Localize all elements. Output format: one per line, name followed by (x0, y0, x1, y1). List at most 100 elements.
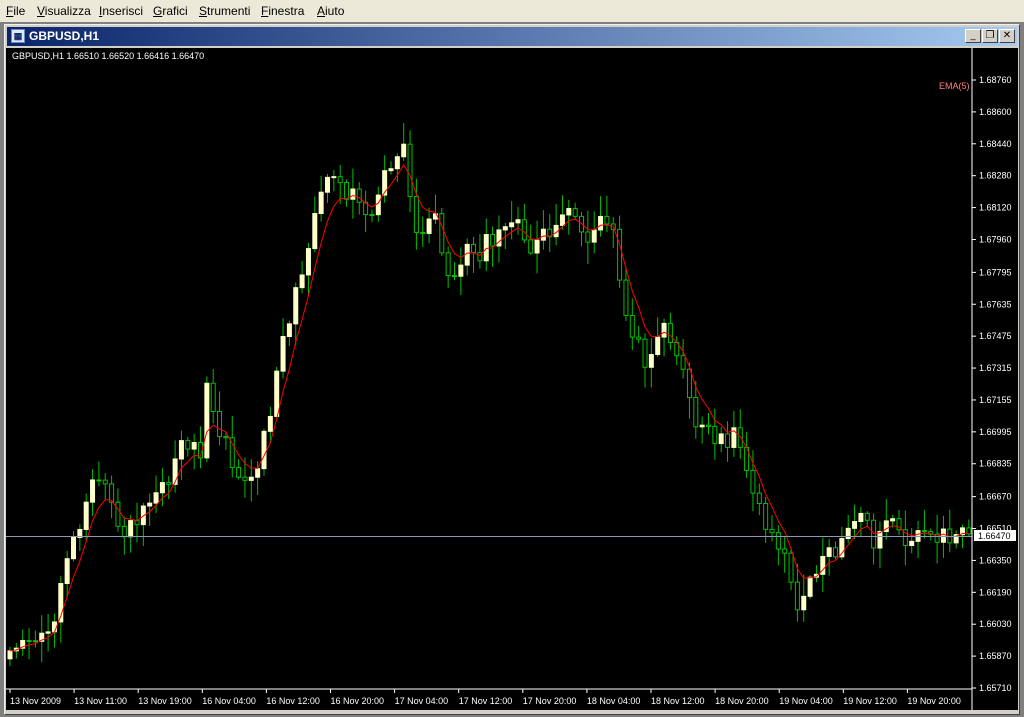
bear-candle (921, 530, 927, 533)
bull-candle (128, 520, 134, 538)
bull-candle (655, 336, 661, 356)
bull-candle (331, 176, 337, 179)
bear-candle (32, 640, 38, 643)
bear-candle (223, 436, 229, 439)
chart-canvas[interactable]: GBPUSD,H1 1.66510 1.66520 1.66416 1.6647… (6, 48, 1018, 710)
bear-candle (636, 336, 642, 340)
x-axis-tick-label: 18 Nov 04:00 (587, 696, 641, 706)
bull-candle (940, 528, 946, 543)
bull-candle (909, 540, 915, 546)
bear-candle (585, 231, 591, 243)
bull-candle (280, 336, 286, 372)
bear-candle (686, 368, 692, 399)
y-axis-tick-label: 1.66995 (979, 427, 1012, 437)
bear-candle (769, 528, 775, 534)
bull-candle (312, 213, 318, 250)
bull-candle (426, 218, 432, 234)
menu-finestra[interactable]: Finestra (261, 4, 304, 18)
bull-candle (852, 520, 858, 529)
bull-candle (325, 176, 330, 193)
menu-grafici[interactable]: Grafici (153, 4, 188, 18)
bull-candle (274, 370, 280, 417)
y-axis-tick-label: 1.66350 (979, 555, 1012, 565)
bull-candle (191, 442, 197, 450)
bear-candle (413, 196, 419, 233)
bull-candle (153, 492, 159, 504)
bear-candle (109, 483, 115, 503)
bull-candle (890, 518, 896, 522)
menu-file[interactable]: File (6, 4, 25, 18)
bear-candle (521, 219, 527, 241)
bull-candle (375, 194, 381, 216)
bear-candle (242, 476, 248, 481)
ema-indicator-label: EMA(5) (939, 81, 970, 91)
menu-strumenti[interactable]: Strumenti (199, 4, 250, 18)
bear-candle (737, 427, 743, 448)
bull-candle (286, 323, 292, 338)
bear-candle (642, 338, 648, 368)
bull-candle (172, 458, 178, 485)
bear-candle (229, 437, 235, 469)
minimize-button[interactable]: _ (965, 29, 981, 43)
chart-window-titlebar[interactable]: ▦ GBPUSD,H1 _ ❐ ✕ (7, 27, 1017, 46)
bull-candle (858, 512, 864, 522)
bull-candle (147, 502, 153, 507)
bear-candle (471, 243, 477, 253)
bull-candle (515, 219, 521, 224)
bull-candle (591, 229, 597, 243)
bull-candle (801, 595, 807, 611)
bear-candle (750, 469, 756, 494)
bull-candle (350, 188, 356, 200)
bear-candle (693, 397, 699, 428)
bull-candle (7, 650, 13, 660)
close-button[interactable]: ✕ (999, 29, 1015, 43)
bear-candle (439, 213, 445, 254)
bear-candle (604, 215, 610, 225)
bull-candle (394, 156, 400, 170)
y-axis-tick-label: 1.65870 (979, 651, 1012, 661)
y-axis-tick-label: 1.68440 (979, 139, 1012, 149)
bull-candle (534, 239, 540, 254)
chart-window-icon[interactable]: ▦ (11, 29, 25, 43)
bear-candle (369, 214, 375, 217)
menu-aiuto[interactable]: Aiuto (317, 4, 344, 18)
bear-candle (121, 525, 127, 538)
y-axis-tick-label: 1.67795 (979, 267, 1012, 277)
ema-line (9, 163, 969, 652)
bear-candle (966, 527, 972, 535)
y-axis-tick-label: 1.67315 (979, 363, 1012, 373)
bull-candle (51, 621, 57, 633)
x-axis-tick-label: 19 Nov 12:00 (843, 696, 897, 706)
menu-bar: File Visualizza Inserisci Grafici Strume… (0, 0, 1024, 23)
bear-candle (788, 552, 794, 583)
bull-candle (83, 501, 89, 530)
bull-candle (648, 354, 654, 368)
x-axis-tick-label: 17 Nov 12:00 (459, 696, 513, 706)
x-axis-tick-label: 16 Nov 12:00 (266, 696, 320, 706)
x-axis-tick-label: 17 Nov 04:00 (395, 696, 449, 706)
bull-candle (559, 214, 565, 226)
restore-button[interactable]: ❐ (982, 29, 998, 43)
bear-candle (794, 581, 800, 611)
bear-candle (445, 252, 451, 277)
y-axis-tick-label: 1.66670 (979, 492, 1012, 502)
x-axis-tick-label: 18 Nov 20:00 (715, 696, 769, 706)
bull-candle (299, 274, 305, 289)
bull-candle (826, 547, 832, 557)
menu-visualizza[interactable]: Visualizza (37, 4, 91, 18)
bear-candle (96, 479, 102, 482)
bull-candle (699, 424, 705, 428)
bear-candle (344, 182, 350, 200)
bull-candle (45, 631, 51, 634)
bull-candle (267, 415, 273, 432)
bull-candle (261, 430, 267, 470)
bear-candle (725, 433, 731, 448)
bull-candle (877, 530, 883, 549)
menu-inserisci[interactable]: Inserisci (99, 4, 143, 18)
bear-candle (337, 176, 343, 184)
y-axis-tick-label: 1.66835 (979, 459, 1012, 469)
y-axis-tick-label: 1.66190 (979, 587, 1012, 597)
bear-candle (667, 322, 673, 343)
bull-candle (566, 207, 572, 216)
price-chart[interactable]: GBPUSD,H1 1.66510 1.66520 1.66416 1.6647… (6, 48, 1018, 710)
